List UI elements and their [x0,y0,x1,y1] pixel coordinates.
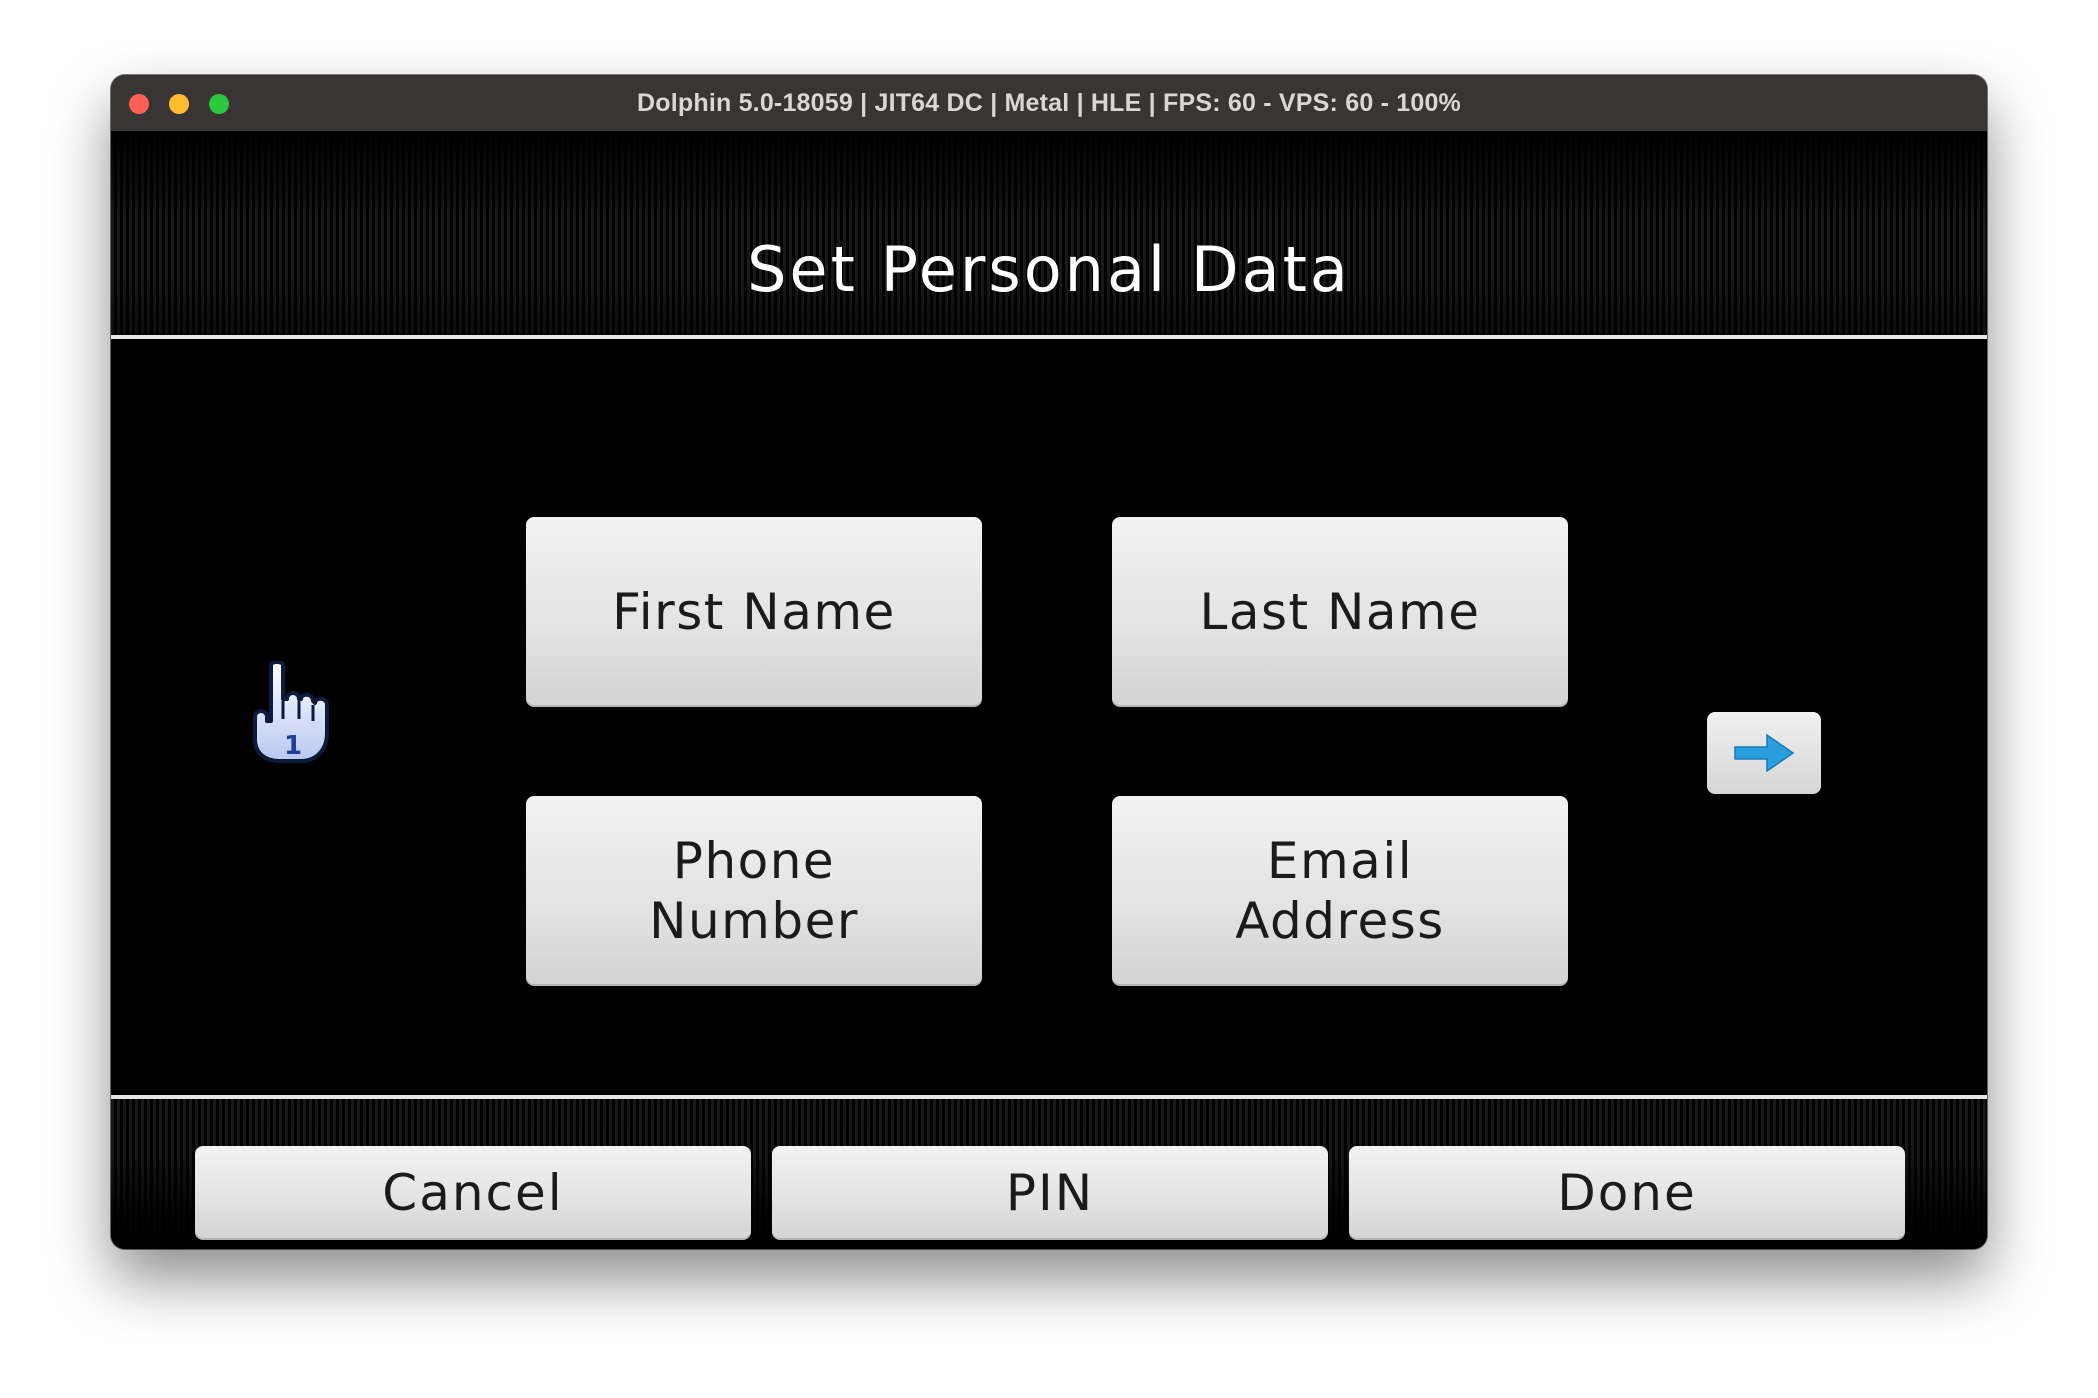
next-page-button[interactable] [1707,712,1821,794]
pointing-hand-icon: 1 [249,660,361,771]
last-name-label: Last Name [1199,583,1481,641]
email-address-label: Email Address [1235,832,1445,950]
last-name-button[interactable]: Last Name [1112,517,1568,707]
pin-button[interactable]: PIN [772,1146,1328,1240]
title-bar[interactable]: Dolphin 5.0-18059 | JIT64 DC | Metal | H… [111,75,1987,131]
first-name-label: First Name [612,583,896,641]
done-button[interactable]: Done [1349,1146,1905,1240]
header-divider [111,335,1987,339]
email-address-button[interactable]: Email Address [1112,796,1568,986]
cancel-label: Cancel [382,1164,564,1222]
game-screen: Set Personal Data First Name Last Name P… [111,131,1987,1249]
arrow-right-icon [1734,733,1795,773]
phone-number-label: Phone Number [649,832,859,950]
screen-title: Set Personal Data [747,233,1351,306]
player-number-label: 1 [284,731,302,761]
window-title: Dolphin 5.0-18059 | JIT64 DC | Metal | H… [637,88,1461,117]
maximize-window-button[interactable] [209,94,229,114]
first-name-button[interactable]: First Name [526,517,982,707]
done-label: Done [1557,1164,1697,1222]
pin-label: PIN [1005,1164,1095,1222]
minimize-window-button[interactable] [169,94,189,114]
cancel-button[interactable]: Cancel [195,1146,751,1240]
emulator-window: Dolphin 5.0-18059 | JIT64 DC | Metal | H… [111,75,1987,1249]
close-window-button[interactable] [129,94,149,114]
phone-number-button[interactable]: Phone Number [526,796,982,986]
